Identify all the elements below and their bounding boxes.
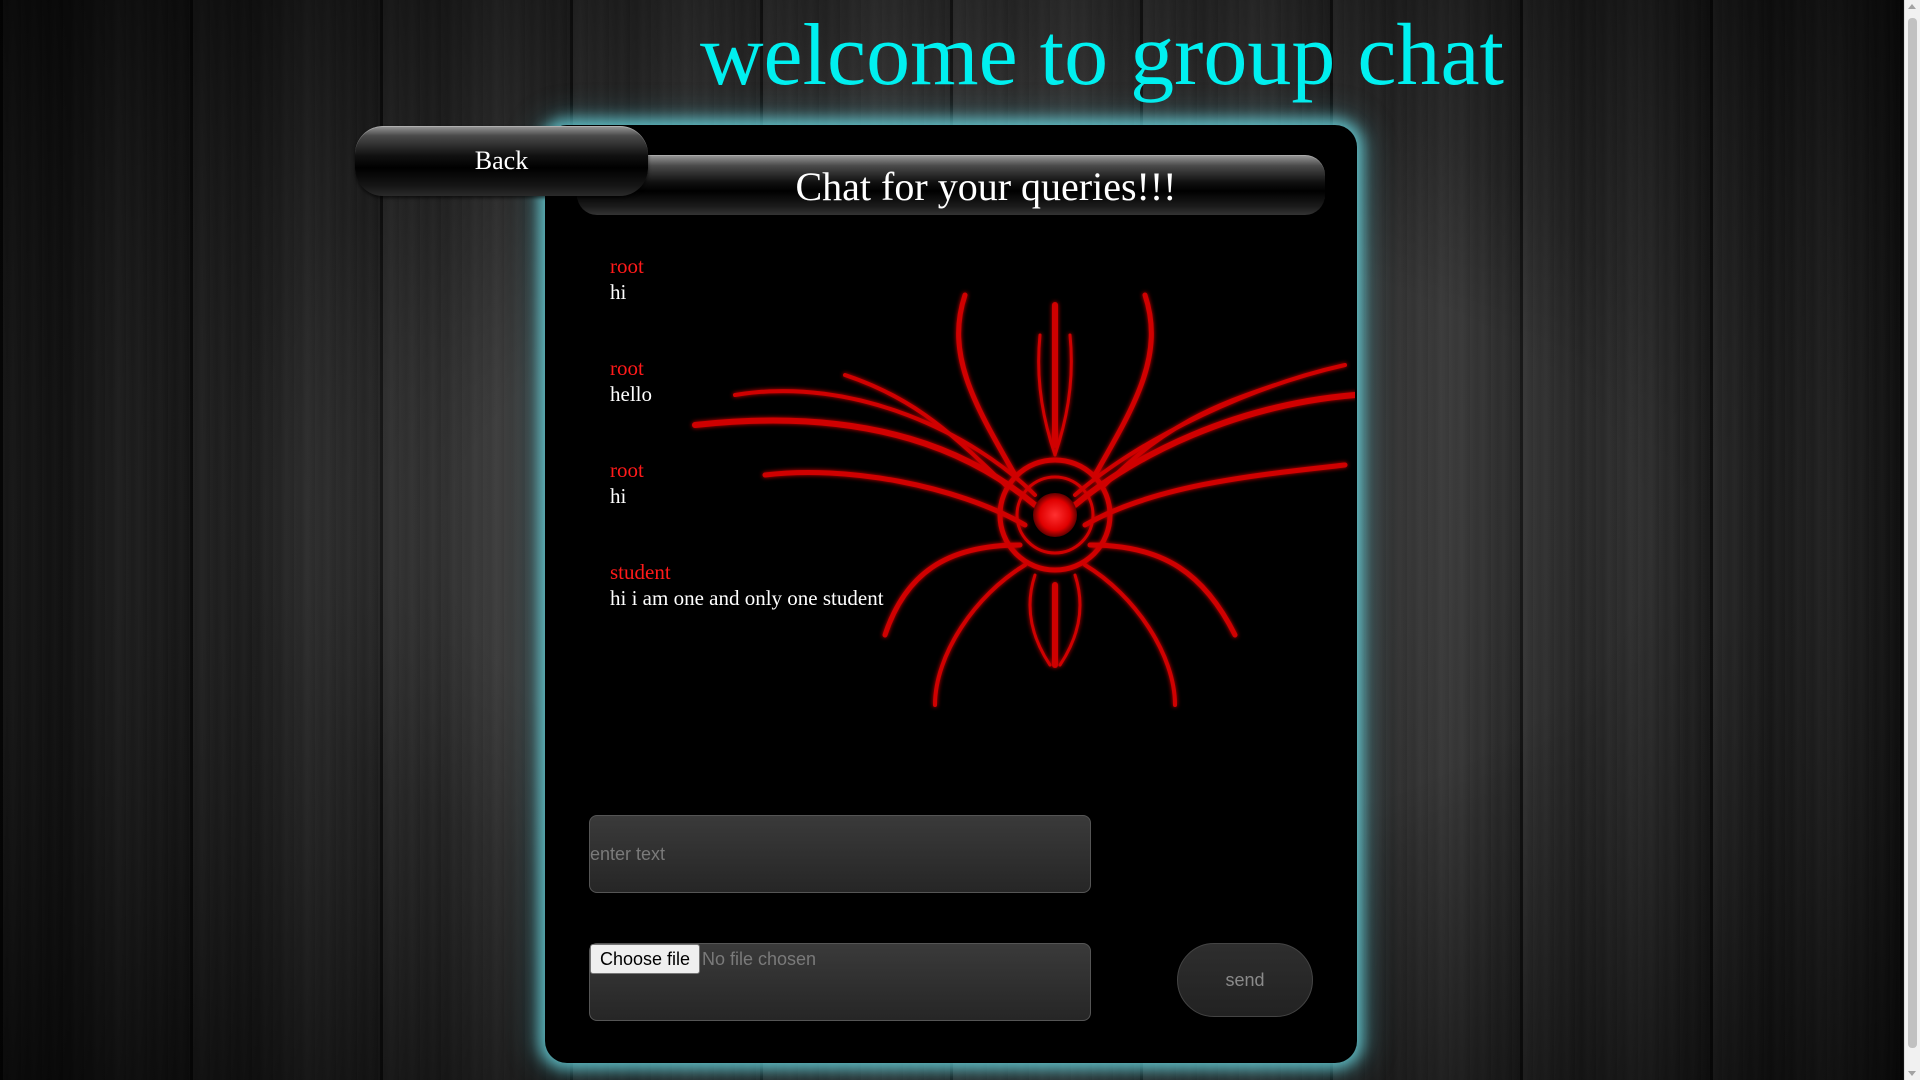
message-text: hi (610, 280, 627, 304)
message-item: root hi (610, 253, 1310, 305)
message-username: student (610, 560, 671, 584)
file-upload-field: Choose file No file chosen (589, 943, 1091, 1021)
message-text: hi (610, 484, 627, 508)
message-item: student hi i am one and only one student (610, 559, 1310, 611)
scrollbar-thumb[interactable] (1908, 18, 1917, 1048)
chat-header-title: Chat for your queries!!! (795, 164, 1177, 209)
message-text: hello (610, 382, 652, 406)
message-list: root hi root hello root hi student hi i … (610, 253, 1310, 661)
scroll-down-arrow-icon[interactable] (1908, 1071, 1916, 1076)
message-username: root (610, 458, 644, 482)
message-text-input[interactable] (589, 815, 1091, 893)
message-item: root hello (610, 355, 1310, 407)
back-button[interactable]: Back (355, 126, 648, 196)
choose-file-button[interactable]: Choose file (590, 944, 701, 974)
message-text: hi i am one and only one student (610, 586, 884, 610)
file-status-text: No file chosen (702, 949, 817, 969)
chat-header: Chat for your queries!!! (577, 155, 1325, 215)
vertical-scrollbar[interactable] (1904, 0, 1920, 1080)
message-username: root (610, 254, 644, 278)
chat-panel: Chat for your queries!!! root hi root he… (545, 125, 1357, 1063)
scroll-up-arrow-icon[interactable] (1908, 4, 1916, 9)
message-username: root (610, 356, 644, 380)
send-button[interactable]: send (1177, 943, 1313, 1017)
message-item: root hi (610, 457, 1310, 509)
page-title: welcome to group chat (700, 7, 1504, 104)
